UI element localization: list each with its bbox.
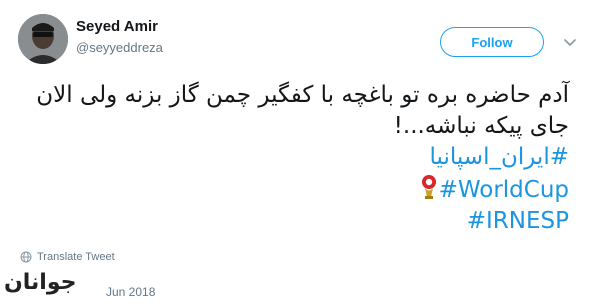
user-handle[interactable]: @seyyeddreza [76, 40, 163, 55]
globe-icon [20, 251, 32, 263]
tweet-date[interactable]: Jun 2018 [106, 285, 155, 299]
hashtag-worldcup[interactable]: #WorldCup [439, 177, 569, 203]
tweet-line-1: آدم حاضره بره تو باغچه با کفگیر چمن گاز … [36, 82, 569, 108]
translate-tweet-link[interactable]: Translate Tweet [20, 251, 115, 263]
chevron-down-icon[interactable] [560, 32, 580, 52]
worldcup-ball-icon [419, 173, 439, 201]
translate-label: Translate Tweet [37, 251, 115, 263]
display-name[interactable]: Seyed Amir [76, 18, 158, 35]
tweet-text: آدم حاضره بره تو باغچه با کفگیر چمن گاز … [36, 80, 570, 237]
tweet-line-2: جای پیکه نباشه...! [393, 113, 569, 139]
avatar-image [18, 14, 68, 64]
hashtag-iran-spain[interactable]: #ایران_اسپانیا [430, 144, 570, 170]
hashtag-irnesp[interactable]: #IRNESP [467, 208, 569, 234]
watermark-logo: جوانان [4, 270, 77, 295]
follow-button[interactable]: Follow [440, 27, 544, 57]
avatar[interactable] [18, 14, 68, 64]
